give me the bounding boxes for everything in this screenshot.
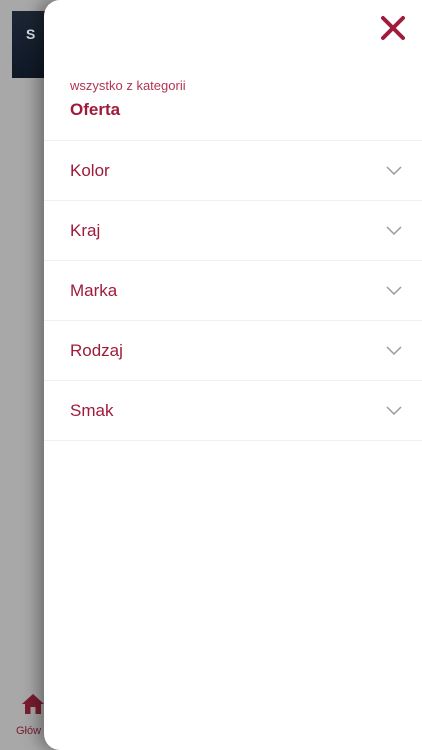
chevron-down-icon bbox=[386, 165, 402, 175]
chevron-down-icon bbox=[386, 345, 402, 355]
background-banner-text: S bbox=[26, 26, 36, 42]
filter-drawer: wszystko z kategorii Oferta Kolor Kraj M… bbox=[44, 0, 422, 750]
chevron-down-icon bbox=[386, 285, 402, 295]
filter-label: Kolor bbox=[70, 160, 110, 180]
category-title: Oferta bbox=[70, 100, 121, 119]
filter-kolor[interactable]: Kolor bbox=[44, 140, 422, 200]
drawer-header: wszystko z kategorii Oferta bbox=[70, 78, 186, 120]
filter-kraj[interactable]: Kraj bbox=[44, 200, 422, 260]
filter-label: Marka bbox=[70, 280, 118, 300]
filter-label: Smak bbox=[70, 400, 114, 420]
filter-smak[interactable]: Smak bbox=[44, 380, 422, 441]
filter-list: Kolor Kraj Marka Rodzaj Smak bbox=[44, 140, 422, 441]
home-icon bbox=[22, 694, 44, 714]
filter-label: Kraj bbox=[70, 220, 101, 240]
chevron-down-icon bbox=[386, 225, 402, 235]
filter-label: Rodzaj bbox=[70, 340, 123, 360]
filter-marka[interactable]: Marka bbox=[44, 260, 422, 320]
chevron-down-icon bbox=[386, 405, 402, 415]
filter-rodzaj[interactable]: Rodzaj bbox=[44, 320, 422, 380]
bottom-nav-home-label: Głów bbox=[16, 725, 42, 737]
category-subtitle: wszystko z kategorii bbox=[70, 78, 186, 93]
close-icon[interactable] bbox=[380, 15, 406, 41]
